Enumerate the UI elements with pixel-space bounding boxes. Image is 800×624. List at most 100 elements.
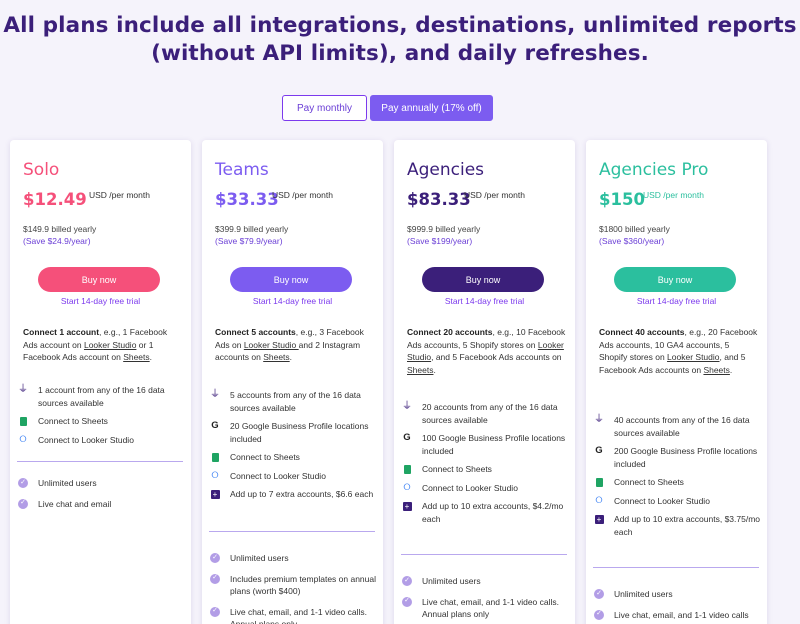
feature-item: G 200 Google Business Profile locations i… [593, 445, 763, 470]
extra-text: Includes premium templates on annual pla… [230, 573, 376, 597]
connect-description: Connect 5 accounts, e.g., 3 Facebook Ads… [215, 327, 364, 363]
feature-text: Connect to Sheets [230, 452, 300, 462]
extra-item: ✓ Unlimited users [209, 552, 379, 565]
divider [401, 554, 567, 555]
yearly-savings: (Save $199/year) [407, 236, 473, 246]
billed-yearly: $149.9 billed yearly [23, 224, 97, 234]
feature-list: ⏚ 40 accounts from any of the 16 data sou… [593, 414, 763, 544]
plan-name: Agencies Pro [599, 160, 709, 180]
extra-item: ✓ Unlimited users [593, 588, 763, 601]
feature-item: Connect to Sheets [209, 451, 379, 464]
plug-icon: ⏚ [210, 388, 220, 400]
feature-list: ⏚ 5 accounts from any of the 16 data sour… [209, 389, 379, 507]
plug-icon: ⏚ [402, 400, 412, 412]
extra-item: ✓ Unlimited users [17, 477, 187, 490]
feature-item: G 20 Google Business Profile locations in… [209, 420, 379, 445]
sheets-icon [593, 476, 605, 488]
sheets-link[interactable]: Sheets [703, 365, 729, 375]
plan-card-agencies: Agencies $83.33 USD /per month $999.9 bi… [394, 140, 575, 624]
feature-item: ⭘ Connect to Looker Studio [17, 434, 187, 447]
looker-studio-icon: ⭘ [19, 434, 27, 445]
feature-text: Add up to 10 extra accounts, $4.2/mo eac… [422, 501, 564, 524]
price-unit: USD /per month [464, 190, 525, 200]
feature-text: 5 accounts from any of the 16 data sourc… [230, 390, 361, 413]
feature-item: + Add up to 10 extra accounts, $3.75/mo e… [593, 513, 763, 538]
feature-text: 100 Google Business Profile locations in… [422, 433, 566, 456]
feature-item: Connect to Sheets [17, 415, 187, 428]
looker-studio-icon: ⭘ [403, 482, 411, 493]
buy-now-button[interactable]: Buy now [422, 267, 544, 292]
check-circle-icon: ✓ [209, 552, 221, 564]
sheets-link[interactable]: Sheets [407, 365, 433, 375]
check-circle-icon: ✓ [17, 498, 29, 510]
extra-text: Live chat, email, and 1-1 video calls. A… [422, 596, 560, 620]
yearly-savings: (Save $360/year) [599, 236, 665, 246]
feature-text: 20 Google Business Profile locations inc… [230, 421, 369, 444]
plug-icon: ⏚ [594, 413, 604, 425]
check-circle-icon: ✓ [209, 573, 221, 585]
pay-annually-toggle[interactable]: Pay annually (17% off) [370, 95, 493, 121]
feature-text: 1 account from any of the 16 data source… [38, 385, 165, 408]
sheets-icon [401, 463, 413, 475]
feature-item: + Add up to 7 extra accounts, $6.6 each [209, 488, 379, 501]
connect-description: Connect 1 account, e.g., 1 Facebook Ads … [23, 327, 168, 363]
check-circle-icon: ✓ [401, 596, 413, 608]
check-circle-icon: ✓ [401, 575, 413, 587]
divider [17, 461, 183, 462]
divider [593, 567, 759, 568]
feature-item: ⭘ Connect to Looker Studio [401, 482, 571, 495]
price-unit: USD /per month [89, 190, 150, 200]
extras-list: ✓ Unlimited users ✓ Live chat, email, and 1… [401, 575, 571, 624]
feature-item: G 100 Google Business Profile locations i… [401, 432, 571, 457]
buy-now-button[interactable]: Buy now [38, 267, 160, 292]
pay-monthly-toggle[interactable]: Pay monthly [282, 95, 367, 121]
buy-now-button[interactable]: Buy now [230, 267, 352, 292]
google-icon: G [403, 431, 411, 443]
feature-text: Connect to Looker Studio [422, 482, 518, 493]
check-circle-icon: ✓ [209, 606, 221, 618]
looker-studio-link[interactable]: Looker Studio [667, 352, 719, 362]
plan-name: Teams [215, 160, 269, 180]
plan-price: $150 [599, 190, 645, 209]
feature-text: Connect to Looker Studio [614, 495, 710, 506]
extra-item: ✓ Live chat, email, and 1-1 video calls [593, 609, 763, 622]
feature-text: Connect to Sheets [38, 416, 108, 426]
feature-item: ⏚ 5 accounts from any of the 16 data sour… [209, 389, 379, 414]
looker-studio-link[interactable]: Looker Studio [244, 340, 299, 350]
sheets-link[interactable]: Sheets [263, 352, 289, 362]
free-trial-link[interactable]: Start 14-day free trial [10, 296, 191, 306]
free-trial-link[interactable]: Start 14-day free trial [586, 296, 767, 306]
buy-now-button[interactable]: Buy now [614, 267, 736, 292]
connect-description: Connect 20 accounts, e.g., 10 Facebook A… [407, 327, 566, 375]
feature-item: ⭘ Connect to Looker Studio [593, 495, 763, 508]
free-trial-link[interactable]: Start 14-day free trial [202, 296, 383, 306]
plan-card-agencies-pro: Agencies Pro $150 USD /per month $1800 b… [586, 140, 767, 624]
feature-text: Add up to 7 extra accounts, $6.6 each [230, 489, 374, 499]
plus-icon: + [401, 500, 413, 512]
free-trial-link[interactable]: Start 14-day free trial [394, 296, 575, 306]
extra-item: ✓ Unlimited users [401, 575, 571, 588]
looker-studio-link[interactable]: Looker Studio [84, 340, 136, 350]
yearly-savings: (Save $24.9/year) [23, 236, 91, 246]
google-icon: G [211, 419, 219, 431]
plan-card-solo: Solo $12.49 USD /per month $149.9 billed… [10, 140, 191, 624]
billed-yearly: $1800 billed yearly [599, 224, 670, 234]
sheets-icon [209, 451, 221, 463]
sheets-icon [17, 415, 29, 427]
check-circle-icon: ✓ [17, 477, 29, 489]
price-unit: USD /per month [272, 190, 333, 200]
billed-yearly: $399.9 billed yearly [215, 224, 289, 234]
plan-price: $12.49 [23, 190, 87, 209]
sheets-link[interactable]: Sheets [123, 352, 149, 362]
price-unit: USD /per month [643, 190, 704, 200]
feature-text: Connect to Sheets [422, 464, 492, 474]
extras-list: ✓ Unlimited users ✓ Includes premium templa… [209, 552, 379, 624]
page-headline: All plans include all integrations, dest… [0, 12, 800, 68]
extra-item: ✓ Includes premium templates on annual pl… [209, 573, 379, 598]
plan-price: $33.33 [215, 190, 279, 209]
connect-description: Connect 40 accounts, e.g., 20 Facebook A… [599, 327, 758, 375]
plan-name: Solo [23, 160, 60, 180]
looker-studio-icon: ⭘ [595, 495, 603, 506]
check-circle-icon: ✓ [593, 588, 605, 600]
headline-line-1: All plans include all integrations, dest… [3, 13, 797, 38]
